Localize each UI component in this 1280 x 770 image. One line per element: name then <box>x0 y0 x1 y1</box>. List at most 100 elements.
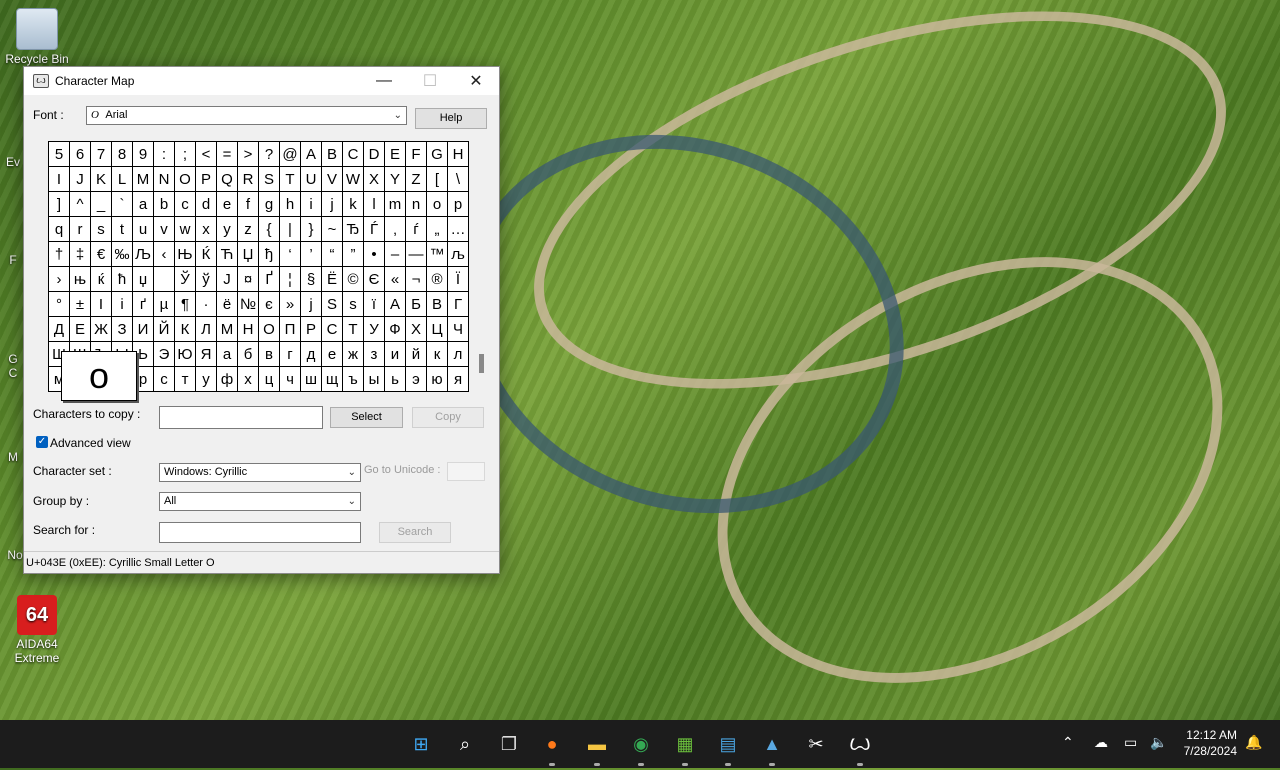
task-view-button[interactable]: ❐ <box>497 732 521 756</box>
char-cell[interactable]: Ё <box>322 267 343 292</box>
advanced-view-checkbox[interactable]: ✓ <box>36 436 48 448</box>
char-cell[interactable]: v <box>154 217 175 242</box>
char-cell[interactable]: ѓ <box>406 217 427 242</box>
char-cell[interactable]: ; <box>175 142 196 167</box>
char-cell[interactable]: ж <box>343 342 364 367</box>
char-cell[interactable]: љ <box>448 242 469 267</box>
char-cell[interactable]: ј <box>301 292 322 317</box>
char-cell[interactable]: ^ <box>70 192 91 217</box>
char-cell[interactable]: € <box>91 242 112 267</box>
char-cell[interactable]: 8 <box>112 142 133 167</box>
char-cell[interactable]: z <box>238 217 259 242</box>
char-cell[interactable]: џ <box>133 267 154 292</box>
char-cell[interactable]: l <box>364 192 385 217</box>
char-cell[interactable]: ] <box>49 192 70 217</box>
char-cell[interactable]: ™ <box>427 242 448 267</box>
char-cell[interactable]: Е <box>70 317 91 342</box>
char-cell[interactable]: ы <box>364 367 385 392</box>
char-cell[interactable]: W <box>343 167 364 192</box>
char-cell[interactable]: Ѓ <box>364 217 385 242</box>
char-cell[interactable]: ю <box>427 367 448 392</box>
char-cell[interactable]: Ј <box>217 267 238 292</box>
char-cell[interactable]: · <box>196 292 217 317</box>
char-cell[interactable]: „ <box>427 217 448 242</box>
char-cell[interactable]: є <box>259 292 280 317</box>
title-bar[interactable]: Ꙍ Character Map — ☐ ✕ <box>24 67 499 95</box>
network-icon[interactable]: ▭ <box>1124 734 1137 751</box>
char-cell[interactable]: Х <box>406 317 427 342</box>
clock[interactable]: 12:12 AM 7/28/2024 <box>1184 727 1237 759</box>
char-cell[interactable]: е <box>322 342 343 367</box>
close-button[interactable]: ✕ <box>453 67 499 95</box>
char-cell[interactable]: а <box>217 342 238 367</box>
character-map-app[interactable]: Ꙍ <box>848 732 872 756</box>
char-cell[interactable]: D <box>364 142 385 167</box>
char-cell[interactable]: r <box>70 217 91 242</box>
char-cell[interactable]: т <box>175 367 196 392</box>
char-cell[interactable]: n <box>406 192 427 217</box>
char-cell[interactable]: Џ <box>238 242 259 267</box>
char-cell[interactable]: { <box>259 217 280 242</box>
desktop-icon-recycle-bin[interactable]: Recycle Bin <box>2 8 72 66</box>
char-cell[interactable]: ¦ <box>280 267 301 292</box>
scrollbar-thumb[interactable] <box>479 354 484 373</box>
char-cell[interactable]: ~ <box>322 217 343 242</box>
char-cell[interactable]: ф <box>217 367 238 392</box>
char-cell[interactable]: э <box>406 367 427 392</box>
copy-button[interactable]: Copy <box>412 407 484 428</box>
search-button[interactable]: ⌕ <box>453 732 477 756</box>
char-cell[interactable]: Н <box>238 317 259 342</box>
char-cell[interactable]: U <box>301 167 322 192</box>
char-cell[interactable]: Ў <box>175 267 196 292</box>
char-cell[interactable]: y <box>217 217 238 242</box>
char-cell[interactable]: Я <box>196 342 217 367</box>
char-cell[interactable]: P <box>196 167 217 192</box>
char-cell[interactable]: ґ <box>133 292 154 317</box>
char-cell[interactable]: K <box>91 167 112 192</box>
goto-unicode-input[interactable] <box>447 462 485 481</box>
char-cell[interactable]: у <box>196 367 217 392</box>
char-cell[interactable] <box>154 267 175 292</box>
char-cell[interactable]: c <box>175 192 196 217</box>
char-cell[interactable]: Ч <box>448 317 469 342</box>
photos-app[interactable]: ▲ <box>760 732 784 756</box>
char-cell[interactable]: m <box>385 192 406 217</box>
volume-icon[interactable]: 🔈 <box>1150 734 1167 751</box>
char-cell[interactable]: К <box>175 317 196 342</box>
char-cell[interactable]: > <box>238 142 259 167</box>
char-cell[interactable]: з <box>364 342 385 367</box>
char-cell[interactable]: p <box>448 192 469 217</box>
char-cell[interactable]: Ѕ <box>322 292 343 317</box>
char-cell[interactable]: µ <box>154 292 175 317</box>
char-cell[interactable]: } <box>301 217 322 242</box>
char-cell[interactable]: B <box>322 142 343 167</box>
char-cell[interactable]: ш <box>301 367 322 392</box>
char-cell[interactable]: г <box>280 342 301 367</box>
char-cell[interactable]: O <box>175 167 196 192</box>
char-cell[interactable]: ё <box>217 292 238 317</box>
char-cell[interactable]: j <box>322 192 343 217</box>
char-cell[interactable]: с <box>154 367 175 392</box>
char-cell[interactable]: х <box>238 367 259 392</box>
char-cell[interactable]: О <box>259 317 280 342</box>
char-cell[interactable]: 9 <box>133 142 154 167</box>
char-cell[interactable]: – <box>385 242 406 267</box>
char-cell[interactable]: ђ <box>259 242 280 267</box>
char-cell[interactable]: Ж <box>91 317 112 342</box>
char-cell[interactable]: T <box>280 167 301 192</box>
char-cell[interactable]: “ <box>322 242 343 267</box>
char-cell[interactable]: u <box>133 217 154 242</box>
char-cell[interactable]: Д <box>49 317 70 342</box>
char-cell[interactable]: В <box>427 292 448 317</box>
char-cell[interactable]: i <box>301 192 322 217</box>
char-cell[interactable]: Ґ <box>259 267 280 292</box>
char-cell[interactable]: \ <box>448 167 469 192</box>
char-cell[interactable]: © <box>343 267 364 292</box>
char-cell[interactable]: N <box>154 167 175 192</box>
char-cell[interactable]: Л <box>196 317 217 342</box>
char-cell[interactable]: » <box>280 292 301 317</box>
char-cell[interactable]: № <box>238 292 259 317</box>
char-cell[interactable]: g <box>259 192 280 217</box>
char-cell[interactable]: А <box>385 292 406 317</box>
char-cell[interactable]: ‡ <box>70 242 91 267</box>
